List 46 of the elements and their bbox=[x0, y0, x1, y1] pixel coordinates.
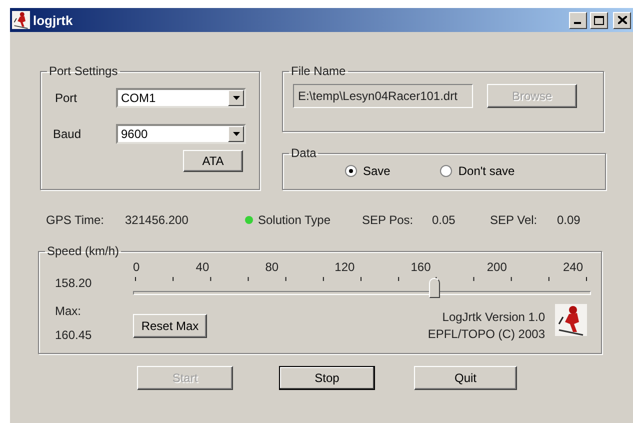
window-title: logjrtk bbox=[33, 12, 74, 28]
field-label: Baud bbox=[53, 127, 82, 141]
file-path-field[interactable]: E:\temp\Lesyn04Racer101.drt bbox=[293, 84, 473, 108]
version-text: LogJrtk Version 1.0 bbox=[442, 310, 545, 324]
status-label: Solution Type bbox=[258, 213, 332, 227]
tick-label: 40 bbox=[196, 260, 210, 274]
group-title: File Name bbox=[290, 64, 347, 78]
option-label: Don't save bbox=[458, 164, 515, 178]
status-label: SEP Vel: bbox=[490, 213, 538, 227]
ata-button[interactable]: ATA bbox=[183, 150, 243, 172]
action-button[interactable]: Stop bbox=[279, 366, 375, 390]
tick-label: 80 bbox=[265, 260, 279, 274]
status-label: GPS Time: bbox=[46, 213, 106, 227]
skier-icon bbox=[12, 11, 30, 29]
status-value: 0.05 bbox=[432, 213, 456, 227]
reset-max-button[interactable]: Reset Max bbox=[133, 314, 207, 338]
maximize-button[interactable] bbox=[590, 12, 608, 28]
group-title: Port Settings bbox=[48, 64, 119, 78]
minimize-button[interactable] bbox=[569, 12, 587, 28]
tick-label: 200 bbox=[486, 260, 507, 274]
option-label: Save bbox=[363, 164, 390, 178]
copyright-text: EPFL/TOPO (C) 2003 bbox=[428, 327, 545, 341]
group-title: Speed (km/h) bbox=[46, 244, 120, 258]
maximize-icon bbox=[594, 16, 604, 24]
slider-track[interactable] bbox=[133, 278, 591, 298]
tick-label: 160 bbox=[410, 260, 431, 274]
field-label: Port bbox=[55, 91, 78, 105]
action-button[interactable]: Quit bbox=[414, 366, 517, 390]
speed-value: 158.20 bbox=[55, 276, 93, 290]
max-label: Max: bbox=[55, 304, 82, 318]
dropdown-field[interactable]: COM1 bbox=[116, 88, 246, 108]
skier-icon bbox=[555, 304, 587, 336]
close-icon bbox=[618, 16, 626, 24]
dropdown-field[interactable]: 9600 bbox=[116, 124, 246, 144]
tick-label: 120 bbox=[334, 260, 355, 274]
status-value: 321456.200 bbox=[125, 213, 190, 227]
tick-label: 240 bbox=[562, 260, 583, 274]
radio-option[interactable]: Save bbox=[345, 164, 390, 178]
slider-thumb[interactable] bbox=[428, 278, 440, 298]
status-label: SEP Pos: bbox=[362, 213, 414, 227]
close-button[interactable] bbox=[613, 12, 631, 28]
group-title: Data bbox=[290, 146, 318, 160]
max-value: 160.45 bbox=[55, 328, 93, 342]
status-value: 0.09 bbox=[557, 213, 582, 227]
radio-option[interactable]: Don't save bbox=[440, 164, 515, 178]
tick-label: 0 bbox=[133, 260, 140, 274]
